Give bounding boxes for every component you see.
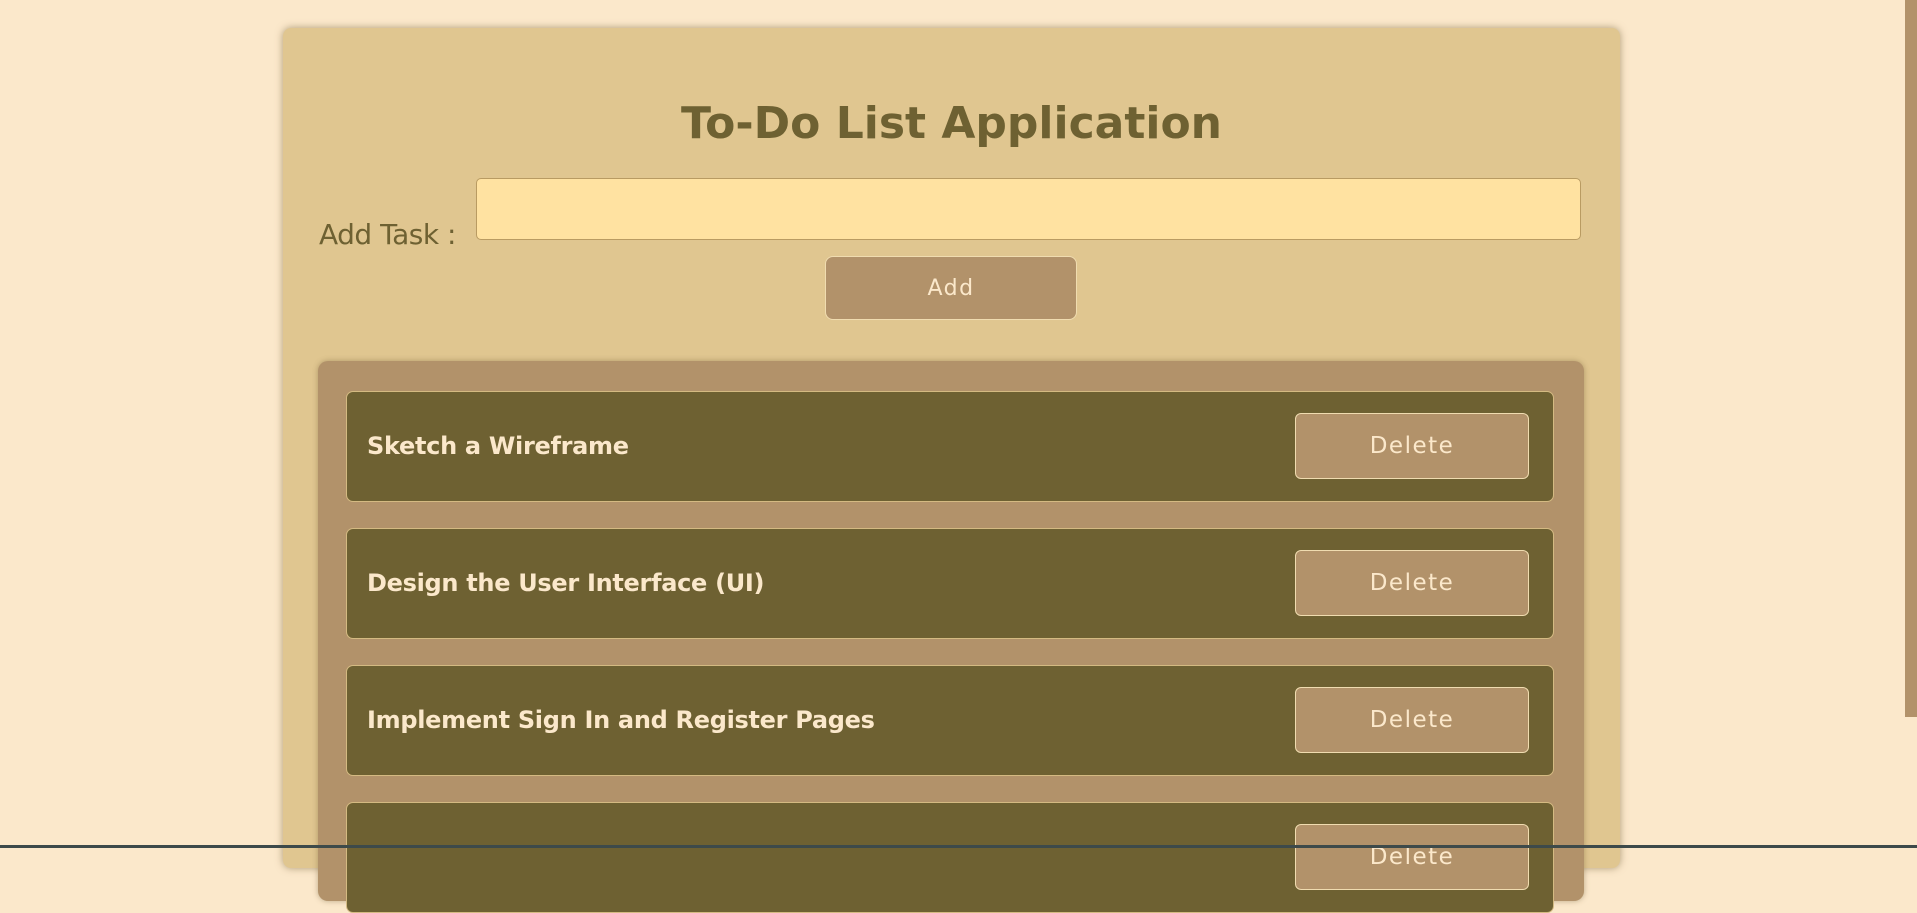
delete-button[interactable]: Delete xyxy=(1295,687,1529,753)
page-scrollbar-thumb[interactable] xyxy=(1905,0,1917,717)
page-scrollbar[interactable] xyxy=(1905,0,1917,848)
add-button[interactable]: Add xyxy=(825,256,1077,320)
delete-button[interactable]: Delete xyxy=(1295,413,1529,479)
delete-button[interactable]: Delete xyxy=(1295,824,1529,890)
task-item: Sketch a Wireframe Delete xyxy=(346,391,1554,502)
add-task-input[interactable] xyxy=(476,178,1581,240)
add-task-label: Add Task : xyxy=(319,218,456,251)
task-item: Implement Sign In and Register Pages Del… xyxy=(346,665,1554,776)
task-item: Design the User Interface (UI) Delete xyxy=(346,528,1554,639)
page-title: To-Do List Application xyxy=(680,98,1223,149)
task-text: Sketch a Wireframe xyxy=(367,432,629,460)
delete-button[interactable]: Delete xyxy=(1295,550,1529,616)
todo-app-card: To-Do List Application Add Task : Add Sk… xyxy=(283,28,1620,913)
task-item: Delete xyxy=(346,802,1554,913)
task-text: Design the User Interface (UI) xyxy=(367,569,765,597)
task-text: Implement Sign In and Register Pages xyxy=(367,706,875,734)
task-list: Sketch a Wireframe Delete Design the Use… xyxy=(318,361,1584,913)
